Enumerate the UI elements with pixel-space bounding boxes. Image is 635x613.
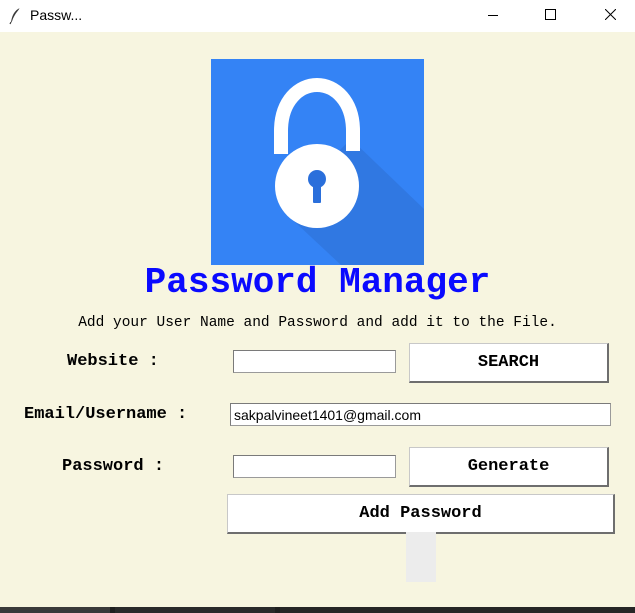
window-title: Passw...: [30, 7, 83, 23]
taskbar-segment: [115, 607, 275, 613]
page-title: Password Manager: [144, 262, 491, 303]
add-password-button[interactable]: Add Password: [227, 494, 615, 534]
taskbar-segment: [0, 607, 110, 613]
page-subtitle: Add your User Name and Password and add …: [78, 315, 557, 331]
email-label: Email/Username :: [24, 405, 188, 424]
close-icon: [604, 7, 616, 25]
minimize-icon: [488, 7, 498, 25]
password-label: Password :: [62, 457, 165, 476]
generate-button[interactable]: Generate: [409, 447, 609, 487]
website-label: Website :: [67, 352, 159, 371]
feather-icon: [8, 7, 24, 25]
padlock-logo: [211, 59, 424, 265]
padlock-icon: [274, 77, 424, 265]
main-window: Password Manager Add your User Name and …: [0, 32, 635, 607]
taskbar-segment: [280, 607, 635, 613]
window-background-artifact: [406, 532, 436, 582]
email-input[interactable]: [230, 403, 611, 426]
maximize-control[interactable]: [527, 0, 573, 32]
taskbar-strip: [0, 607, 635, 613]
minimize-control[interactable]: [470, 0, 516, 32]
website-input[interactable]: [233, 350, 396, 373]
search-button[interactable]: SEARCH: [409, 343, 609, 383]
maximize-icon: [544, 7, 556, 25]
close-control[interactable]: [587, 0, 633, 32]
password-input[interactable]: [233, 455, 396, 478]
